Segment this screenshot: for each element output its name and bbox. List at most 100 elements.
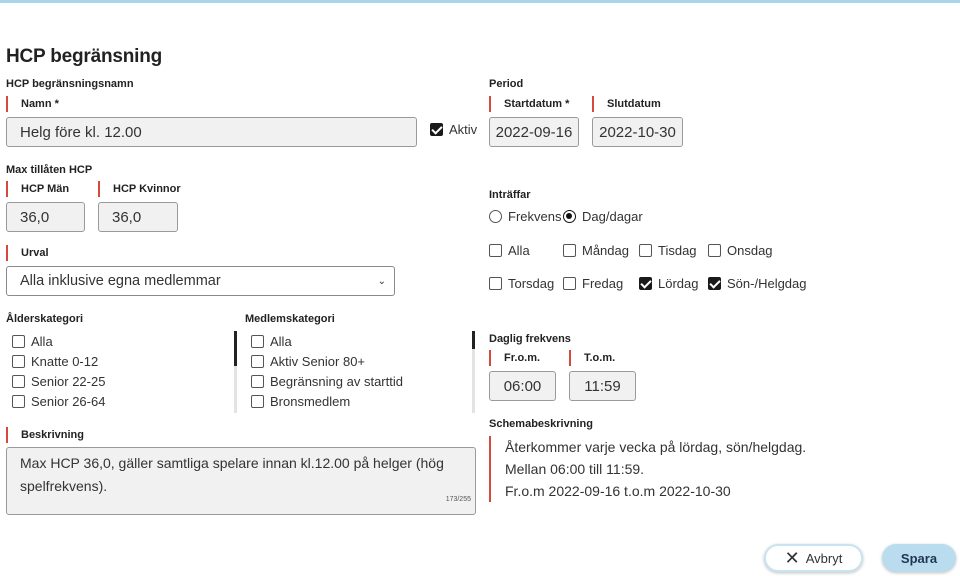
schedule-line: Återkommer varje vecka på lördag, sön/he…	[505, 439, 807, 455]
start-date-label: Startdatum *	[489, 96, 569, 112]
day-checkbox-monday[interactable]: Måndag	[563, 243, 629, 258]
end-date-value: 2022-10-30	[599, 123, 676, 141]
description-value: Max HCP 36,0, gäller samtliga spelare in…	[20, 455, 444, 494]
checkbox[interactable]	[12, 334, 25, 348]
start-date-value: 2022-09-16	[495, 123, 573, 141]
checkbox[interactable]	[639, 277, 652, 290]
save-button-label: Spara	[900, 550, 938, 566]
day-checkbox-friday[interactable]: Fredag	[563, 276, 623, 291]
list-item[interactable]: Begränsning av starttid	[251, 371, 466, 391]
age-item-label: Senior 22-25	[31, 373, 106, 389]
active-checkbox[interactable]	[430, 123, 443, 136]
description-label: Beskrivning	[6, 427, 84, 443]
occurs-section-label: Inträffar	[489, 189, 531, 201]
to-time-label: T.o.m.	[569, 350, 615, 366]
hcp-men-value: 36,0	[20, 208, 50, 226]
day-label: Lördag	[658, 276, 699, 291]
checkbox[interactable]	[708, 277, 721, 290]
from-time-value: 06:00	[503, 377, 542, 395]
list-item[interactable]: Alla	[12, 331, 222, 351]
hcp-women-input[interactable]: 36,0	[98, 202, 178, 232]
name-input[interactable]: Helg före kl. 12.00	[6, 117, 417, 147]
age-item-label: Alla	[31, 333, 53, 349]
active-checkbox-row[interactable]: Aktiv	[430, 122, 477, 137]
selection-dropdown[interactable]: Alla inklusive egna medlemmar ⌄	[6, 266, 395, 296]
member-category-list[interactable]: Alla Aktiv Senior 80+ Begränsning av sta…	[251, 331, 466, 413]
day-checkbox-all[interactable]: Alla	[489, 243, 530, 258]
hcp-men-input[interactable]: 36,0	[6, 202, 85, 232]
end-date-label: Slutdatum	[592, 96, 661, 112]
save-button[interactable]: Spara	[882, 544, 956, 572]
radio-days[interactable]: Dag/dagar	[563, 209, 643, 224]
name-input-value: Helg före kl. 12.00	[20, 123, 142, 141]
end-date-input[interactable]: 2022-10-30	[592, 117, 683, 147]
start-date-input[interactable]: 2022-09-16	[489, 117, 579, 147]
to-time-input[interactable]: 11:59	[569, 371, 636, 401]
top-accent-line	[0, 0, 960, 3]
checkbox[interactable]	[563, 277, 576, 290]
list-item[interactable]: Bronsmedlem	[251, 391, 466, 411]
checkbox[interactable]	[12, 354, 25, 368]
hcp-women-value: 36,0	[112, 208, 142, 226]
day-label: Sön-/Helgdag	[727, 276, 807, 291]
checkbox[interactable]	[251, 334, 264, 348]
checkbox[interactable]	[489, 277, 502, 290]
list-item[interactable]: Senior 22-25	[12, 371, 222, 391]
list-item[interactable]: Senior 26-64	[12, 391, 222, 411]
member-category-label: Medlemskategori	[245, 313, 335, 325]
description-char-counter: 173/255	[445, 496, 471, 503]
from-time-input[interactable]: 06:00	[489, 371, 556, 401]
member-item-label: Alla	[270, 333, 292, 349]
close-icon: ✕	[784, 548, 800, 568]
active-label: Aktiv	[449, 122, 478, 137]
period-section-label: Period	[489, 78, 524, 90]
list-item[interactable]: Knatte 0-12	[12, 351, 222, 371]
day-label: Fredag	[582, 276, 624, 291]
member-category-scroll-thumb[interactable]	[472, 331, 475, 349]
checkbox[interactable]	[489, 244, 502, 257]
day-label: Tisdag	[658, 243, 697, 258]
from-time-label: Fr.o.m.	[489, 350, 540, 366]
member-category-scrollbar[interactable]	[472, 331, 475, 413]
day-label: Måndag	[582, 243, 629, 258]
checkbox[interactable]	[708, 244, 721, 257]
age-category-scrollbar[interactable]	[234, 331, 237, 413]
radio-days-label: Dag/dagar	[582, 209, 643, 224]
max-hcp-section-label: Max tillåten HCP	[6, 164, 93, 176]
hcp-men-label: HCP Män	[6, 181, 69, 197]
day-checkbox-wednesday[interactable]: Onsdag	[708, 243, 773, 258]
checkbox[interactable]	[12, 374, 25, 388]
radio-days-button[interactable]	[563, 210, 576, 223]
restriction-section-label: HCP begränsningsnamn	[6, 78, 134, 90]
age-item-label: Senior 26-64	[31, 393, 106, 409]
hcp-women-label: HCP Kvinnor	[98, 181, 181, 197]
schedule-line: Mellan 06:00 till 11:59.	[505, 461, 645, 477]
day-checkbox-sunday-holiday[interactable]: Sön-/Helgdag	[708, 276, 807, 291]
radio-frequency-button[interactable]	[489, 210, 502, 223]
day-label: Alla	[508, 243, 530, 258]
list-item[interactable]: Aktiv Senior 80+	[251, 351, 466, 371]
day-label: Torsdag	[508, 276, 555, 291]
schedule-section-label: Schemabeskrivning	[489, 418, 593, 430]
schedule-description: Återkommer varje vecka på lördag, sön/he…	[489, 436, 806, 502]
checkbox[interactable]	[12, 394, 25, 408]
day-checkbox-saturday[interactable]: Lördag	[639, 276, 698, 291]
name-label: Namn *	[6, 96, 59, 112]
day-checkbox-thursday[interactable]: Torsdag	[489, 276, 554, 291]
daily-frequency-section-label: Daglig frekvens	[489, 333, 571, 345]
page-title: HCP begränsning	[6, 46, 163, 67]
description-textarea[interactable]: Max HCP 36,0, gäller samtliga spelare in…	[6, 447, 476, 515]
checkbox[interactable]	[639, 244, 652, 257]
list-item[interactable]: Alla	[251, 331, 466, 351]
checkbox[interactable]	[251, 394, 264, 408]
checkbox[interactable]	[251, 354, 264, 368]
age-category-scroll-thumb[interactable]	[234, 331, 237, 366]
radio-frequency[interactable]: Frekvens	[489, 209, 561, 224]
age-category-list[interactable]: Alla Knatte 0-12 Senior 22-25 Senior 26-…	[12, 331, 222, 413]
chevron-down-icon: ⌄	[377, 275, 386, 287]
checkbox[interactable]	[251, 374, 264, 388]
day-checkbox-tuesday[interactable]: Tisdag	[639, 243, 697, 258]
cancel-button[interactable]: ✕ Avbryt	[764, 544, 863, 572]
checkbox[interactable]	[563, 244, 576, 257]
member-item-label: Bronsmedlem	[270, 393, 351, 409]
